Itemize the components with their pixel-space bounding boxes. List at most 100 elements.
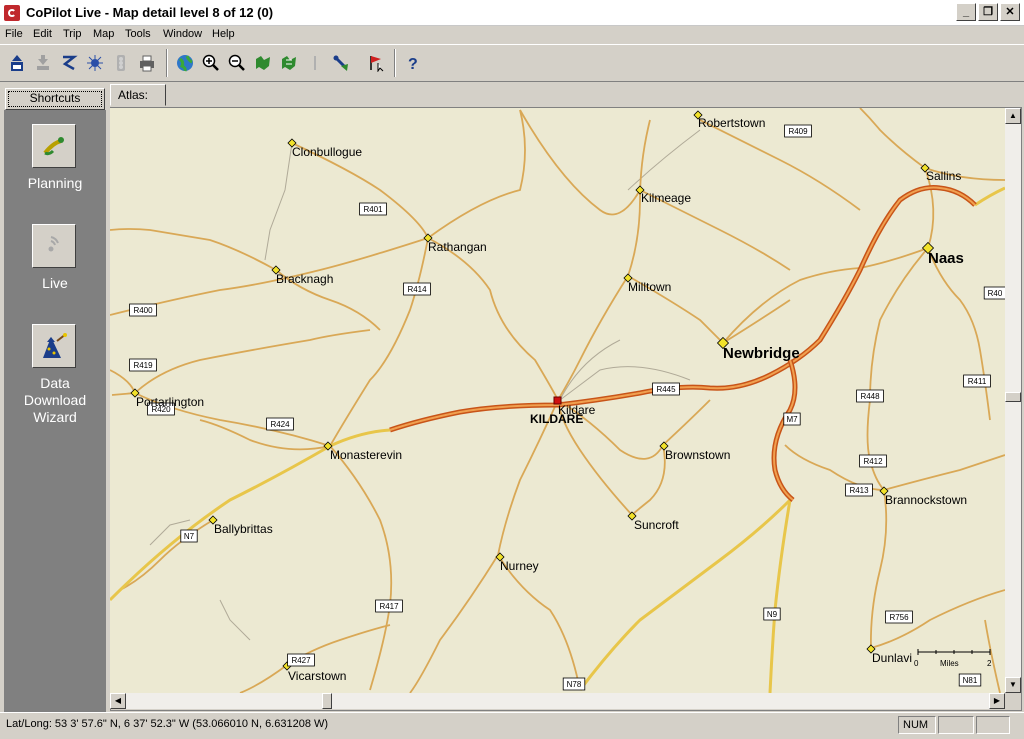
road-shield: R413 [845,483,873,497]
status-bar: Lat/Long: 53 3' 57.6" N, 6 37' 52.3" W (… [0,712,1024,739]
scroll-left-arrow-icon[interactable]: ◀ [110,693,126,709]
map-scale-bar: 0 Miles 2 [914,649,992,668]
shortcuts-header-button[interactable]: Shortcuts [5,88,105,110]
lat-long-readout: Lat/Long: 53 3' 57.6" N, 6 37' 52.3" W (… [6,718,329,730]
town-label: Kilmeage [641,191,691,205]
menu-bar: File Edit Trip Map Tools Window Help [0,26,1024,44]
help-icon[interactable]: ? [401,51,425,75]
road-shield: R427 [287,653,315,667]
live-label: Live [42,275,68,291]
scroll-right-arrow-icon[interactable]: ▶ [989,693,1005,709]
title-bar: CoPilot Live - Map detail level 8 of 12 … [0,0,1024,26]
road-shield-label: R411 [968,377,987,386]
data-download-wizard-button[interactable] [32,324,76,368]
horizontal-scroll-thumb[interactable] [322,693,332,709]
live-shortcut-button[interactable] [32,224,76,268]
road-shield: R40 [983,286,1005,300]
globe-icon[interactable] [173,51,197,75]
town-label: Rathangan [428,240,487,254]
planning-shortcut-button[interactable] [32,124,76,168]
restore-button[interactable]: ❐ [978,3,998,21]
map-vertical-scrollbar[interactable]: ▲ ▼ [1005,108,1021,693]
road-shield-label: R417 [379,602,399,611]
road-shield: R412 [859,454,887,468]
scale-end-label: 2 [987,659,992,668]
street-sign-icon[interactable] [329,51,353,75]
town-label: Ballybrittas [214,522,273,536]
road-shield-label: N7 [184,532,195,541]
status-pane-empty [938,716,974,734]
save-trip-icon[interactable] [5,51,29,75]
map-horizontal-scrollbar[interactable]: ◀ ▶ [110,693,1005,709]
scale-start-label: 0 [914,659,919,668]
road-shield-label: M7 [786,415,798,424]
disabled-icon[interactable] [303,51,327,75]
shortcuts-sidebar: Shortcuts Planning Live Data Download Wi… [0,82,108,712]
road-shield-label: R756 [889,613,909,622]
menu-edit[interactable]: Edit [33,28,52,40]
road-shield: N81 [958,673,982,687]
menu-map[interactable]: Map [93,28,114,40]
toolbar-separator [166,49,168,77]
road-shield: R417 [375,599,403,613]
town-label: Brownstown [665,448,730,462]
road-shield-label: N78 [567,680,582,689]
scroll-down-arrow-icon[interactable]: ▼ [1005,677,1021,693]
town-label: Clonbullogue [292,145,362,159]
menu-window[interactable]: Window [163,28,202,40]
road-shield-label: R427 [291,656,311,665]
road-shield-label: R445 [656,385,676,394]
road-shield-label: R400 [133,306,153,315]
town-label: Suncroft [634,518,679,532]
road-shield: N9 [763,607,781,621]
road-shield: R400 [129,303,157,317]
map-svg: R409R401R414R400R419R420R424R445M7R448R4… [110,108,1005,693]
traffic-icon[interactable] [109,51,133,75]
zoom-out-icon[interactable] [225,51,249,75]
road-shield: R414 [403,282,431,296]
town-label: Monasterevin [330,448,402,462]
town-label: KILDARE [530,412,583,426]
road-shield: N7 [180,529,198,543]
status-pane-empty [976,716,1010,734]
road-shield: R409 [784,124,812,138]
menu-help[interactable]: Help [212,28,235,40]
window-title: CoPilot Live - Map detail level 8 of 12 … [26,5,274,20]
menu-trip[interactable]: Trip [63,28,82,40]
town-label: Sallins [926,169,961,183]
town-label: Dunlavi [872,651,912,665]
menu-tools[interactable]: Tools [125,28,151,40]
close-button[interactable]: ✕ [1000,3,1020,21]
road-shield-label: N81 [963,676,978,685]
road-shield: R424 [266,417,294,431]
print-icon[interactable] [135,51,159,75]
gps-icon[interactable] [83,51,107,75]
road-shield-label: R419 [133,361,153,370]
town-label: Brannockstown [885,493,967,507]
planning-icon [43,137,64,156]
road-shield: R445 [652,382,680,396]
road-shield: R401 [359,202,387,216]
map-view-icon[interactable] [251,51,275,75]
vertical-scroll-thumb[interactable] [1005,392,1021,402]
num-lock-indicator: NUM [898,716,936,734]
tab-atlas[interactable]: Atlas: [110,84,166,106]
flag-cursor-icon[interactable] [365,51,389,75]
scroll-up-arrow-icon[interactable]: ▲ [1005,108,1021,124]
planning-label: Planning [27,175,83,191]
minimize-button[interactable]: _ [956,3,976,21]
town-markers [130,110,935,671]
town-label: Nurney [500,559,539,573]
town-label: Vicarstown [288,669,346,683]
route-icon[interactable] [57,51,81,75]
road-shield: R419 [129,358,157,372]
menu-file[interactable]: File [5,28,23,40]
road-shield-label: R409 [788,127,808,136]
map-canvas[interactable]: R409 R401 R414 R400 R419 R420 R424 R445 M7 R448 R4… [110,108,1005,693]
zoom-in-icon[interactable] [199,51,223,75]
map-3d-icon[interactable] [277,51,301,75]
wizard-icon [43,333,67,358]
download-icon[interactable] [31,51,55,75]
town-label: Bracknagh [276,272,333,286]
svg-text:?: ? [408,56,418,72]
